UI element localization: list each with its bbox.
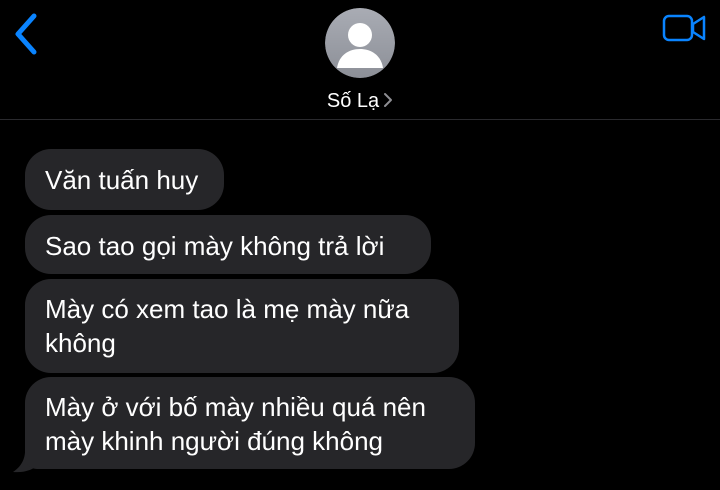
back-button[interactable]	[10, 12, 44, 56]
messages-screen: Số Lạ Văn tuấn huy Sao tao gọi mày không…	[0, 0, 720, 490]
contact-name: Số Lạ	[326, 90, 380, 112]
incoming-message-bubble[interactable]: Mày có xem tao là mẹ mày nữa không	[25, 279, 459, 373]
header-divider	[0, 119, 720, 120]
conversation-header: Số Lạ	[0, 0, 720, 119]
contact-avatar[interactable]	[325, 8, 395, 78]
incoming-message-bubble[interactable]: Mày ở với bố mày nhiều quá nên mày khinh…	[25, 377, 475, 469]
facetime-video-button[interactable]	[662, 12, 708, 44]
video-camera-icon	[662, 14, 706, 42]
message-text: Mày ở với bố mày nhiều quá nên mày khinh…	[45, 392, 426, 456]
incoming-message-bubble[interactable]: Văn tuấn huy	[25, 149, 224, 210]
message-text: Mày có xem tao là mẹ mày nữa không	[45, 294, 410, 358]
message-text: Sao tao gọi mày không trả lời	[45, 231, 385, 261]
incoming-message-bubble[interactable]: Sao tao gọi mày không trả lời	[25, 215, 431, 274]
message-text: Văn tuấn huy	[45, 165, 199, 195]
chevron-left-icon	[15, 13, 37, 55]
chevron-right-icon	[384, 93, 393, 108]
contact-name-button[interactable]: Số Lạ	[0, 88, 720, 114]
person-silhouette-icon	[325, 8, 395, 78]
